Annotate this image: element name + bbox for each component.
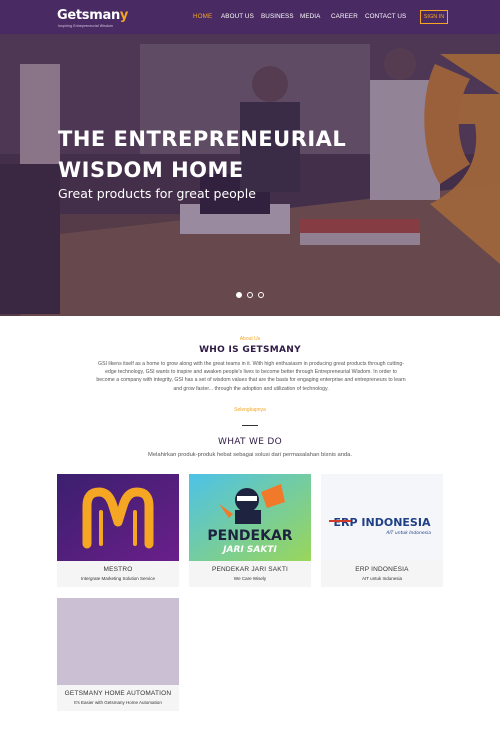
product-description: We Care Wisely — [233, 576, 267, 581]
about-label: About Us — [239, 336, 261, 342]
hero-title: THE ENTREPRENEURIAL WISDOM HOME — [58, 127, 347, 182]
nav-item-career[interactable]: CAREER — [331, 13, 358, 20]
brand-tagline: Inspiring Entrepreneurial Wisdom — [58, 24, 113, 28]
nav-item-media[interactable]: MEDIA — [300, 13, 320, 20]
product-name: PENDEKAR JARI SAKTI — [211, 566, 289, 573]
top-navbar: Getsmany Inspiring Entrepreneurial Wisdo… — [0, 0, 500, 34]
nav-item-business[interactable]: BUSINESS — [261, 13, 294, 20]
hero-slider: THE ENTREPRENEURIAL WISDOM HOME Great pr… — [0, 34, 500, 316]
section-divider — [242, 425, 258, 426]
product-name: ERP INDONESIA — [355, 566, 409, 573]
erp-logo-image: ERP INDONESIA AIT untuk Indonesia — [321, 474, 443, 561]
product-name: GETSMANY HOME AUTOMATION — [64, 690, 172, 697]
home-automation-image — [57, 598, 179, 685]
slider-dot-1[interactable] — [236, 292, 242, 298]
hero-subtitle: Great products for great people — [58, 186, 256, 201]
slider-dots — [236, 292, 266, 300]
sign-in-button[interactable]: SIGN IN — [420, 10, 448, 24]
product-card-erp-indonesia[interactable]: ERP INDONESIA AIT untuk Indonesia ERP IN… — [321, 474, 443, 587]
product-name: MESTRO — [103, 566, 133, 573]
nav-item-home[interactable]: HOME — [193, 13, 212, 20]
product-description: Intergrate Marketing Solution Service — [80, 576, 156, 581]
product-description: It's Easier with Getsmany Home Automatio… — [74, 700, 162, 705]
erp-logo-subtext: AIT untuk Indonesia — [385, 530, 431, 536]
pendekar-logo-line-2: JARI SAKTI — [221, 545, 277, 555]
pendekar-logo-line-1: PENDEKAR — [207, 528, 292, 544]
product-description: AIT untuk Indonesia — [362, 576, 402, 581]
slider-dot-3[interactable] — [258, 292, 264, 298]
mestro-logo-image — [57, 474, 179, 561]
nav-item-contact-us[interactable]: CONTACT US — [365, 13, 406, 20]
what-we-do-subtitle: Melahirkan produk-produk hebat sebagai s… — [148, 452, 352, 458]
nav-item-about-us[interactable]: ABOUT US — [221, 13, 254, 20]
product-card-pendekar-jari-sakti[interactable]: PENDEKAR JARI SAKTI PENDEKAR JARI SAKTI … — [189, 474, 311, 587]
product-card-mestro[interactable]: MESTRO Intergrate Marketing Solution Ser… — [57, 474, 179, 587]
slider-dot-2[interactable] — [247, 292, 253, 298]
pendekar-logo-image: PENDEKAR JARI SAKTI — [189, 474, 311, 561]
about-title: WHO IS GETSMANY — [199, 345, 301, 355]
what-we-do-title: WHAT WE DO — [218, 437, 282, 447]
erp-logo-text: ERP INDONESIA — [334, 516, 431, 529]
product-card-home-automation[interactable]: GETSMANY HOME AUTOMATION It's Easier wit… — [57, 598, 179, 711]
about-text: GSI likens itself as a home to grow alon… — [96, 361, 406, 392]
read-more-link[interactable]: Selengkapnya — [0, 407, 500, 413]
